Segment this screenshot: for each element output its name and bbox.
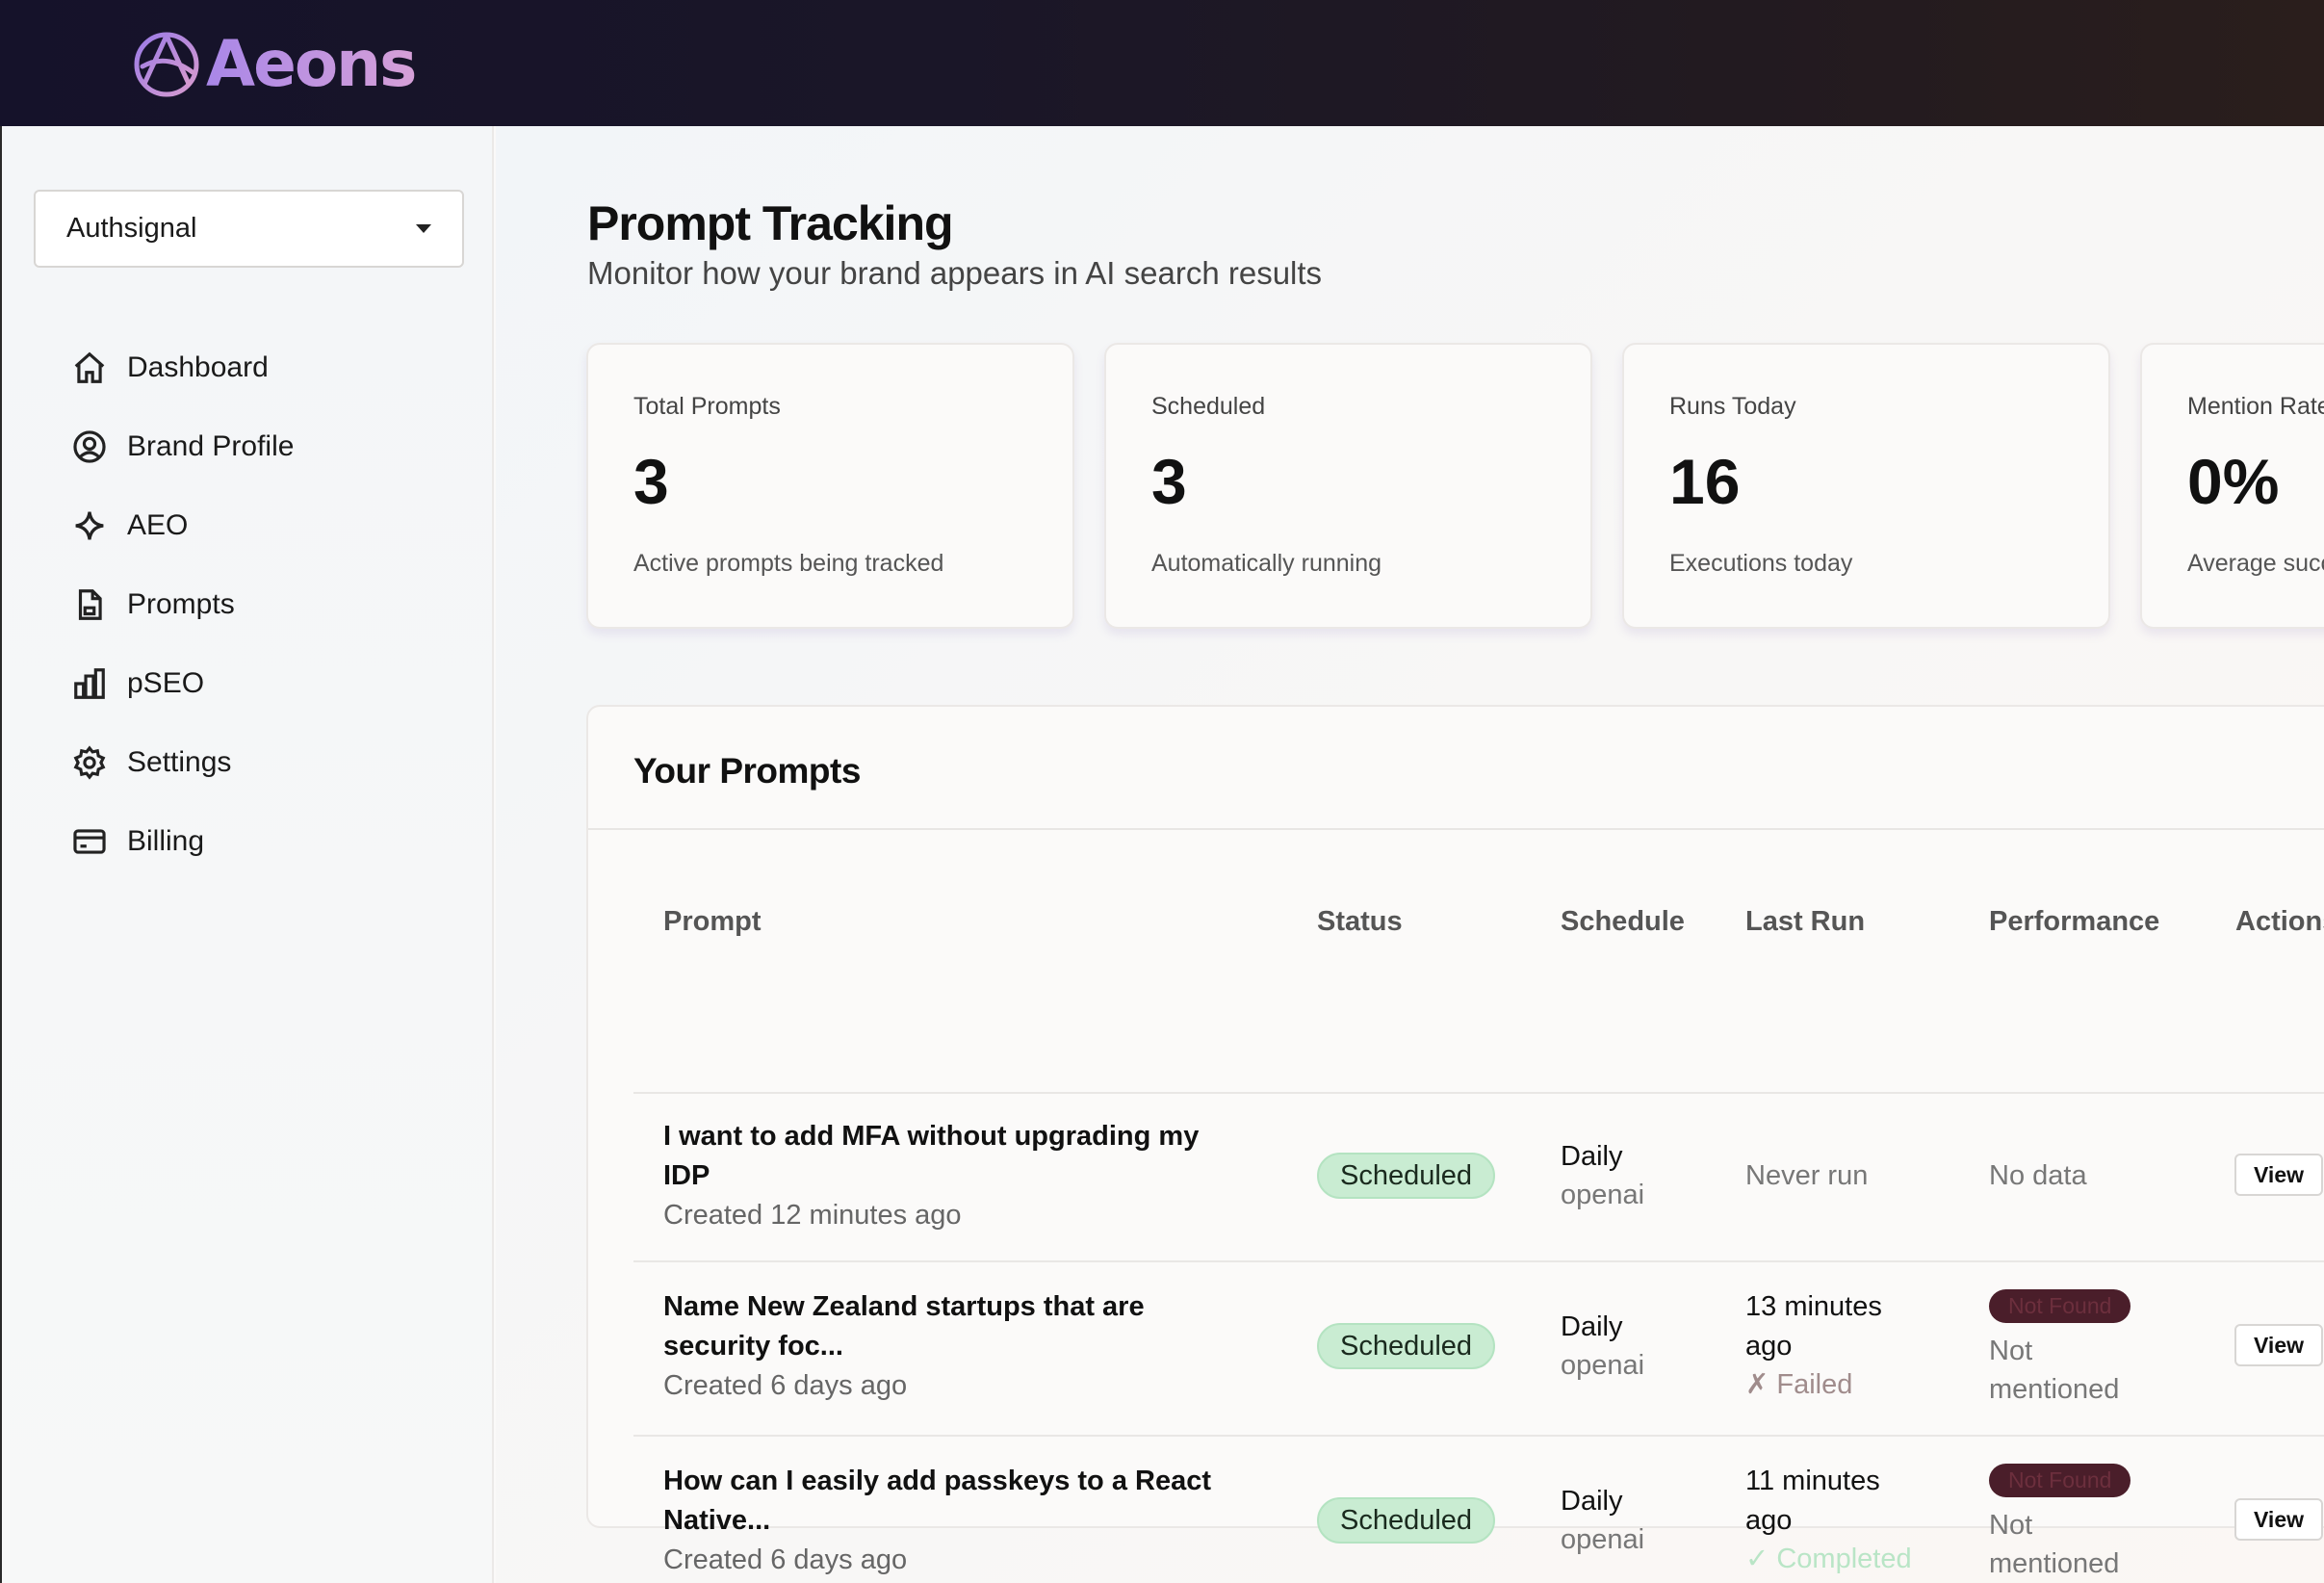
aeons-logo[interactable]: Aeons bbox=[131, 26, 417, 101]
row-divider bbox=[633, 1260, 2324, 1262]
not-found-badge: Not Found bbox=[1989, 1289, 2131, 1323]
schedule-provider: openai bbox=[1561, 1180, 1645, 1210]
prompt-title-line: I want to add MFA without upgrading my bbox=[663, 1121, 1200, 1152]
panel-title: Your Prompts bbox=[633, 751, 861, 791]
stat-value: 16 bbox=[1669, 446, 1741, 517]
row-divider bbox=[633, 1092, 2324, 1094]
stat-description: Automatically running bbox=[1151, 550, 1382, 577]
performance-text: Not bbox=[1989, 1336, 2033, 1366]
stat-description: Active prompts being tracked bbox=[633, 550, 944, 577]
last-run-time-line: 11 minutes bbox=[1745, 1466, 1880, 1496]
column-header-schedule[interactable]: Schedule bbox=[1561, 906, 1685, 938]
performance-text: Not bbox=[1989, 1510, 2033, 1541]
last-run-result: ✗ Failed bbox=[1745, 1369, 1853, 1400]
main-content: Prompt Tracking Monitor how your brand a… bbox=[496, 126, 2324, 1583]
schedule-provider: openai bbox=[1561, 1350, 1645, 1381]
sidebar: Authsignal Dashboard Brand Profile AEO P… bbox=[0, 126, 494, 1583]
schedule-frequency: Daily bbox=[1561, 1486, 1623, 1517]
top-bar: Aeons bbox=[0, 0, 2324, 126]
performance-text: No data bbox=[1989, 1160, 2087, 1191]
prompt-title-line: How can I easily add passkeys to a React bbox=[663, 1466, 1211, 1496]
sidebar-item-label: Brand Profile bbox=[127, 430, 295, 462]
status-badge: Scheduled bbox=[1317, 1153, 1496, 1199]
last-run-time-line: ago bbox=[1745, 1505, 1793, 1536]
status-badge: Scheduled bbox=[1317, 1497, 1496, 1544]
sidebar-item-label: Prompts bbox=[127, 588, 235, 620]
prompt-title-line: Native... bbox=[663, 1505, 771, 1536]
bar-chart-icon bbox=[74, 668, 105, 699]
stat-description: Average success rate bbox=[2187, 550, 2324, 577]
not-found-badge: Not Found bbox=[1989, 1464, 2131, 1497]
sidebar-item-dashboard[interactable]: Dashboard bbox=[71, 328, 294, 407]
schedule-frequency: Daily bbox=[1561, 1141, 1623, 1172]
sidebar-item-settings[interactable]: Settings bbox=[71, 723, 294, 802]
home-icon bbox=[74, 351, 105, 383]
prompt-title-line: Name New Zealand startups that are bbox=[663, 1291, 1145, 1322]
view-button[interactable]: View bbox=[2234, 1324, 2323, 1366]
credit-card-icon bbox=[73, 829, 106, 854]
document-icon bbox=[78, 589, 102, 620]
sidebar-item-prompts[interactable]: Prompts bbox=[71, 565, 294, 644]
prompts-panel: Your Prompts Prompt Status Schedule Last… bbox=[586, 705, 2324, 1579]
stat-label: Total Prompts bbox=[633, 393, 781, 420]
prompt-created: Created 6 days ago bbox=[663, 1370, 908, 1401]
last-run-result: ✓ Completed bbox=[1745, 1544, 1912, 1574]
prompt-created: Created 12 minutes ago bbox=[663, 1200, 962, 1231]
page-title: Prompt Tracking bbox=[587, 196, 954, 250]
gear-icon bbox=[73, 745, 106, 780]
view-button[interactable]: View bbox=[2234, 1154, 2323, 1196]
sidebar-item-label: Billing bbox=[127, 825, 205, 857]
sidebar-item-pseo[interactable]: pSEO bbox=[71, 644, 294, 723]
column-header-performance[interactable]: Performance bbox=[1989, 906, 2159, 938]
caret-down-icon bbox=[416, 224, 431, 233]
last-run-time-line: 13 minutes bbox=[1745, 1291, 1882, 1322]
schedule-frequency: Daily bbox=[1561, 1311, 1623, 1342]
sidebar-item-label: pSEO bbox=[127, 667, 205, 699]
page-subtitle: Monitor how your brand appears in AI sea… bbox=[587, 255, 1323, 291]
schedule-provider: openai bbox=[1561, 1524, 1645, 1555]
stat-card-total-prompts: Total Prompts 3 Active prompts being tra… bbox=[586, 343, 1074, 629]
stat-description: Executions today bbox=[1669, 550, 1853, 577]
column-header-status[interactable]: Status bbox=[1317, 906, 1403, 938]
sparkle-icon bbox=[75, 511, 104, 540]
aeons-logo-icon bbox=[134, 32, 199, 97]
organization-select[interactable]: Authsignal bbox=[34, 190, 464, 268]
stat-label: Scheduled bbox=[1151, 393, 1266, 420]
column-header-prompt[interactable]: Prompt bbox=[663, 906, 762, 938]
performance-text: mentioned bbox=[1989, 1548, 2120, 1579]
stat-label: Mention Rate bbox=[2187, 393, 2324, 420]
stat-value: 0% bbox=[2187, 446, 2280, 517]
stat-label: Runs Today bbox=[1669, 393, 1796, 420]
panel-divider bbox=[588, 828, 2324, 830]
last-run: Never run bbox=[1745, 1160, 1869, 1191]
app-name: Aeons bbox=[206, 26, 417, 101]
stat-card-scheduled: Scheduled 3 Automatically running bbox=[1104, 343, 1592, 629]
stat-value: 3 bbox=[633, 446, 669, 517]
sidebar-item-aeo[interactable]: AEO bbox=[71, 486, 294, 565]
view-button[interactable]: View bbox=[2234, 1498, 2323, 1541]
sidebar-item-brand-profile[interactable]: Brand Profile bbox=[71, 407, 294, 486]
prompt-created: Created 6 days ago bbox=[663, 1544, 908, 1575]
sidebar-nav: Dashboard Brand Profile AEO Prompts pSEO… bbox=[71, 328, 294, 881]
row-divider bbox=[633, 1435, 2324, 1437]
stat-value: 3 bbox=[1151, 446, 1187, 517]
sidebar-item-label: Dashboard bbox=[127, 351, 269, 383]
prompt-title-line: security foc... bbox=[663, 1331, 843, 1362]
organization-select-value: Authsignal bbox=[66, 213, 197, 244]
sidebar-item-label: AEO bbox=[127, 509, 189, 541]
sidebar-item-label: Settings bbox=[127, 746, 232, 778]
column-header-last-run[interactable]: Last Run bbox=[1745, 906, 1865, 938]
column-header-actions: Actions bbox=[2235, 906, 2324, 937]
stat-card-mention-rate: Mention Rate 0% Average success rate bbox=[2140, 343, 2324, 629]
prompt-title-line: IDP bbox=[663, 1160, 710, 1191]
stat-card-runs-today: Runs Today 16 Executions today bbox=[1622, 343, 2110, 629]
sidebar-item-billing[interactable]: Billing bbox=[71, 802, 294, 881]
user-circle-icon bbox=[73, 430, 106, 463]
status-badge: Scheduled bbox=[1317, 1323, 1496, 1369]
last-run-time-line: ago bbox=[1745, 1331, 1793, 1362]
performance-text: mentioned bbox=[1989, 1374, 2120, 1405]
